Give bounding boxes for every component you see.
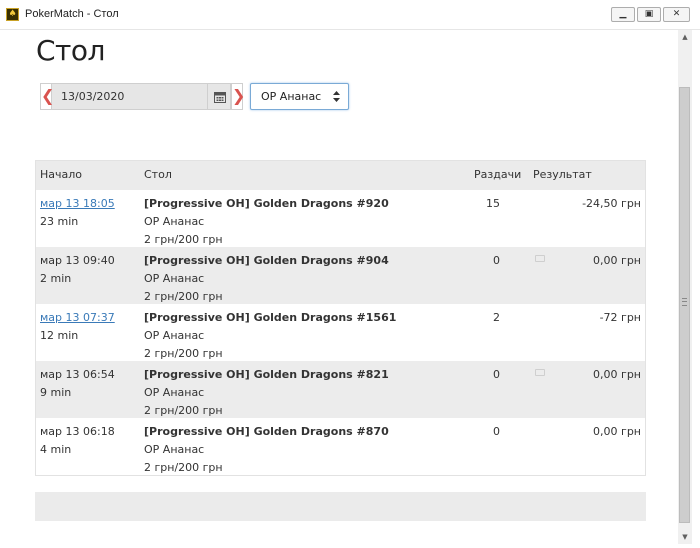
row-duration: 9 min — [40, 386, 72, 399]
window-titlebar: ♠ PokerMatch - Стол ▁ ▣ ✕ — [0, 0, 700, 30]
thumb-grip-icon — [682, 298, 687, 306]
table-row[interactable]: мар 13 07:37 12 min [Progressive OH] Gol… — [36, 304, 645, 361]
row-player: OP Ананас — [144, 215, 205, 228]
row-table-name: [Progressive OH] Golden Dragons #920 — [144, 197, 389, 210]
scroll-down-arrow-icon[interactable]: ▼ — [678, 530, 692, 544]
next-date-button[interactable]: ❯ — [231, 83, 245, 110]
row-start: мар 13 06:54 — [40, 368, 115, 381]
row-stakes: 2 грн/200 грн — [144, 461, 223, 474]
prev-date-button[interactable]: ❮ — [40, 83, 54, 110]
row-result: 0,00 грн — [593, 368, 641, 381]
row-stakes: 2 грн/200 грн — [144, 404, 223, 417]
row-player: OP Ананас — [144, 329, 205, 342]
table-row[interactable]: мар 13 18:05 23 min [Progressive OH] Gol… — [36, 190, 645, 247]
pagination-bar — [35, 492, 646, 521]
row-player: OP Ананас — [144, 386, 205, 399]
table-row[interactable]: мар 13 06:54 9 min [Progressive OH] Gold… — [36, 361, 645, 418]
row-result: -72 грн — [599, 311, 641, 324]
maximize-button[interactable]: ▣ — [637, 7, 661, 22]
row-hands: 0 — [493, 425, 500, 438]
app-icon: ♠ — [6, 8, 19, 21]
note-icon[interactable] — [535, 255, 545, 262]
row-table-name: [Progressive OH] Golden Dragons #904 — [144, 254, 389, 267]
row-table-name: [Progressive OH] Golden Dragons #821 — [144, 368, 389, 381]
note-icon[interactable] — [535, 369, 545, 376]
row-start: мар 13 09:40 — [40, 254, 115, 267]
row-player: OP Ананас — [144, 443, 205, 456]
row-player: OP Ананас — [144, 272, 205, 285]
row-table-name: [Progressive OH] Golden Dragons #870 — [144, 425, 389, 438]
row-hands: 2 — [493, 311, 500, 324]
table-select-value: OP Ананас — [261, 90, 322, 103]
row-duration: 2 min — [40, 272, 72, 285]
minimize-button[interactable]: ▁ — [611, 7, 635, 22]
table-select[interactable]: OP Ананас — [250, 83, 349, 110]
scroll-up-arrow-icon[interactable]: ▲ — [678, 30, 692, 44]
row-start-link[interactable]: мар 13 18:05 — [40, 197, 115, 210]
tables-grid: Начало Стол Раздачи Результат мар 13 18:… — [35, 160, 646, 476]
window-title: PokerMatch - Стол — [25, 8, 119, 20]
table-row[interactable]: мар 13 06:18 4 min [Progressive OH] Gold… — [36, 418, 645, 475]
row-start-link[interactable]: мар 13 07:37 — [40, 311, 115, 324]
row-hands: 0 — [493, 368, 500, 381]
row-hands: 0 — [493, 254, 500, 267]
row-result: -24,50 грн — [582, 197, 641, 210]
date-input[interactable]: 13/03/2020 — [52, 83, 207, 110]
header-result[interactable]: Результат — [533, 168, 592, 181]
calendar-button[interactable] — [207, 83, 231, 110]
row-result: 0,00 грн — [593, 254, 641, 267]
row-table-name: [Progressive OH] Golden Dragons #1561 — [144, 311, 397, 324]
header-start[interactable]: Начало — [40, 168, 82, 181]
grid-header: Начало Стол Раздачи Результат — [36, 161, 645, 190]
row-duration: 4 min — [40, 443, 72, 456]
row-stakes: 2 грн/200 грн — [144, 233, 223, 246]
scroll-thumb[interactable] — [679, 87, 690, 523]
row-stakes: 2 грн/200 грн — [144, 347, 223, 360]
row-result: 0,00 грн — [593, 425, 641, 438]
row-duration: 23 min — [40, 215, 79, 228]
calendar-icon — [214, 92, 226, 103]
page-title: Стол — [36, 34, 105, 67]
row-start: мар 13 06:18 — [40, 425, 115, 438]
close-button[interactable]: ✕ — [663, 7, 690, 22]
select-caret-icon — [333, 91, 340, 102]
header-table[interactable]: Стол — [144, 168, 172, 181]
header-hands[interactable]: Раздачи — [474, 168, 521, 181]
row-stakes: 2 грн/200 грн — [144, 290, 223, 303]
row-hands: 15 — [486, 197, 500, 210]
table-row[interactable]: мар 13 09:40 2 min [Progressive OH] Gold… — [36, 247, 645, 304]
row-duration: 12 min — [40, 329, 79, 342]
vertical-scrollbar[interactable]: ▲ ▼ — [678, 30, 692, 544]
